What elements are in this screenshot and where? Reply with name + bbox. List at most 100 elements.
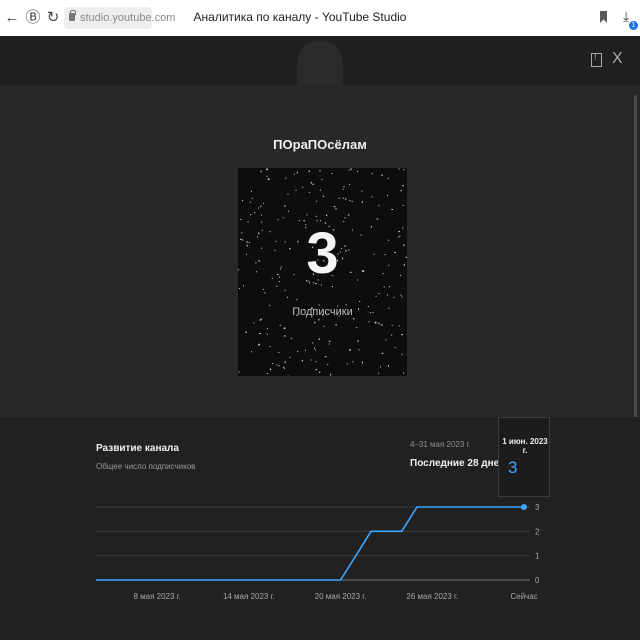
star-dot	[284, 205, 286, 207]
close-icon[interactable]: X	[612, 50, 623, 68]
star-dot	[359, 301, 361, 302]
y-tick-label: 1	[535, 552, 540, 561]
star-dot	[361, 190, 363, 192]
star-dot	[284, 361, 286, 364]
star-dot	[272, 362, 273, 364]
star-dot	[375, 295, 377, 297]
star-dot	[378, 205, 380, 207]
star-dot	[380, 366, 381, 368]
star-dot	[290, 337, 292, 339]
star-dot	[387, 365, 389, 367]
star-dot	[250, 214, 251, 216]
star-dot	[312, 342, 314, 344]
star-dot	[342, 197, 344, 199]
star-dot	[381, 352, 384, 354]
star-dot	[357, 340, 359, 342]
star-dot	[284, 289, 286, 291]
subscriber-count: 3	[306, 221, 339, 286]
star-dot	[398, 325, 400, 327]
star-dot	[266, 168, 268, 171]
star-dot	[289, 356, 291, 358]
star-dot	[264, 292, 266, 294]
star-dot	[335, 207, 337, 210]
star-dot	[249, 201, 251, 203]
star-dot	[266, 175, 268, 177]
star-dot	[260, 170, 262, 173]
star-dot	[242, 200, 244, 202]
star-dot	[333, 206, 336, 208]
bookmark-icon[interactable]	[600, 11, 607, 23]
star-dot	[361, 201, 363, 203]
star-dot	[386, 294, 388, 296]
star-dot	[287, 193, 289, 195]
star-dot	[282, 217, 284, 219]
subscriber-card: 3 Подписчики	[238, 168, 407, 376]
star-dot	[301, 359, 303, 362]
star-dot	[321, 178, 323, 180]
star-dot	[310, 359, 312, 361]
star-dot	[386, 194, 388, 196]
star-dot	[371, 173, 373, 175]
star-dot	[323, 325, 325, 327]
star-dot	[262, 288, 264, 290]
star-dot	[310, 182, 312, 184]
star-dot	[402, 205, 404, 206]
star-dot	[398, 168, 400, 170]
star-dot	[400, 189, 402, 192]
period-label: Последние 28 дней	[410, 458, 506, 469]
star-dot	[258, 207, 259, 209]
star-dot	[259, 333, 261, 334]
star-dot	[293, 173, 295, 175]
star-dot	[305, 349, 306, 351]
star-dot	[296, 299, 298, 301]
star-dot	[403, 372, 405, 374]
star-dot	[308, 170, 310, 172]
subscriber-growth-chart[interactable]: 0 1 2 3 8 мая 2023 г. 14 мая 2023 г. 20 мая 20…	[0, 495, 640, 605]
star-dot	[394, 347, 396, 348]
star-dot	[266, 373, 268, 374]
star-dot	[284, 335, 286, 337]
chart-tooltip: 1 июн. 2023 г. 3	[498, 417, 550, 497]
star-dot	[331, 173, 333, 174]
star-dot	[328, 343, 330, 345]
star-dot	[352, 361, 354, 363]
star-dot	[319, 169, 321, 172]
star-dot	[326, 214, 328, 217]
star-dot	[350, 168, 352, 170]
star-dot	[327, 364, 329, 366]
star-dot	[401, 353, 403, 355]
star-dot	[260, 205, 262, 208]
star-dot	[338, 197, 340, 199]
tooltip-value: 3	[508, 458, 518, 477]
star-dot	[401, 334, 403, 336]
star-dot	[400, 294, 402, 296]
y-tick-label: 0	[535, 576, 540, 585]
star-dot	[260, 318, 262, 321]
star-dot	[349, 349, 351, 351]
star-dot	[391, 324, 393, 326]
download-icon[interactable]: ⤓	[623, 8, 629, 25]
star-dot	[315, 369, 318, 371]
series-line	[96, 506, 524, 581]
star-dot	[254, 212, 256, 214]
star-dot	[283, 366, 285, 368]
feedback-icon[interactable]	[591, 52, 602, 67]
star-dot	[266, 328, 268, 330]
star-dot	[351, 200, 353, 202]
star-dot	[238, 371, 240, 373]
star-dot	[374, 321, 377, 324]
star-dot	[318, 338, 320, 341]
star-dot	[318, 318, 320, 321]
star-dot	[302, 186, 304, 188]
star-dot	[306, 214, 308, 216]
growth-title: Развитие канала	[96, 443, 179, 454]
star-dot	[269, 368, 271, 370]
star-dot	[344, 217, 346, 219]
star-dot	[261, 214, 262, 216]
tooltip-date: 1 июн. 2023 г.	[502, 437, 548, 455]
star-dot	[379, 323, 381, 325]
star-dot	[393, 296, 395, 298]
star-dot	[349, 183, 351, 185]
browser-toolbar: ← Ⓑ ↻ studio.youtube.com Аналитика по ка…	[0, 0, 640, 36]
growth-subtitle: Общее число подписчиков	[96, 462, 196, 471]
